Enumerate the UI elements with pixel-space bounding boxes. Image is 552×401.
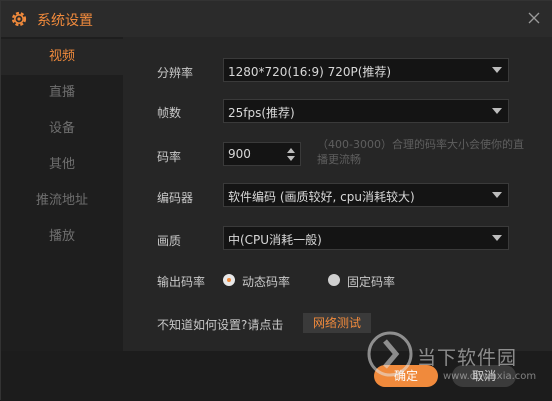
- sidebar-item-other[interactable]: 其他: [1, 147, 123, 183]
- bitrate-hint: （400-3000）合理的码率大小会使你的直播更流畅: [317, 138, 524, 166]
- encoder-label: 编码器: [157, 191, 194, 205]
- resolution-select[interactable]: 1280*720(16:9) 720P(推荐): [223, 58, 509, 82]
- sidebar-item-live[interactable]: 直播: [1, 75, 123, 111]
- chevron-down-icon: [492, 235, 502, 241]
- close-button[interactable]: [523, 7, 545, 29]
- bitrate-label: 码率: [157, 150, 182, 164]
- sidebar-item-stream-url[interactable]: 推流地址: [1, 183, 123, 219]
- ok-button[interactable]: 确定: [374, 365, 438, 387]
- stepper-up-icon[interactable]: [287, 148, 295, 153]
- sidebar-item-device[interactable]: 设备: [1, 111, 123, 147]
- radio-dynamic-bitrate[interactable]: [223, 274, 235, 286]
- title-bar: 系统设置: [1, 1, 552, 37]
- chevron-down-icon: [492, 108, 502, 114]
- sidebar: 视频 直播 设备 其他 推流地址 播放: [1, 37, 123, 351]
- fps-select[interactable]: 25fps(推荐): [223, 99, 509, 123]
- dynamic-bitrate-label: 动态码率: [242, 275, 291, 289]
- settings-window: 系统设置 视频 直播 设备 其他 推流地址 播放 分辨率 1280*720(16…: [0, 0, 552, 401]
- cancel-button[interactable]: 取消: [452, 365, 516, 387]
- resolution-label: 分辨率: [157, 66, 194, 80]
- quality-select[interactable]: 中(CPU消耗一般): [223, 226, 509, 250]
- encoder-value: 软件编码 (画质较好, cpu消耗较大): [228, 190, 415, 204]
- fps-value: 25fps(推荐): [228, 106, 295, 120]
- chevron-down-icon: [492, 67, 502, 73]
- chevron-down-icon: [492, 192, 502, 198]
- network-test-button[interactable]: 网络测试: [303, 313, 371, 333]
- fps-label: 帧数: [157, 106, 182, 120]
- quality-label: 画质: [157, 234, 182, 248]
- fixed-bitrate-label: 固定码率: [347, 275, 396, 289]
- quality-value: 中(CPU消耗一般): [228, 233, 322, 247]
- bitrate-value: 900: [228, 147, 251, 161]
- encoder-select[interactable]: 软件编码 (画质较好, cpu消耗较大): [223, 183, 509, 207]
- output-bitrate-label: 输出码率: [157, 275, 206, 289]
- bitrate-stepper[interactable]: 900: [223, 142, 301, 166]
- window-title: 系统设置: [37, 13, 93, 29]
- close-icon: [528, 12, 540, 24]
- stepper-down-icon[interactable]: [287, 156, 295, 161]
- sidebar-item-playback[interactable]: 播放: [1, 219, 123, 255]
- resolution-value: 1280*720(16:9) 720P(推荐): [228, 65, 392, 79]
- help-text: 不知道如何设置?请点击: [157, 318, 284, 332]
- radio-fixed-bitrate[interactable]: [328, 274, 340, 286]
- sidebar-item-video[interactable]: 视频: [1, 39, 123, 75]
- gear-icon: [9, 9, 29, 29]
